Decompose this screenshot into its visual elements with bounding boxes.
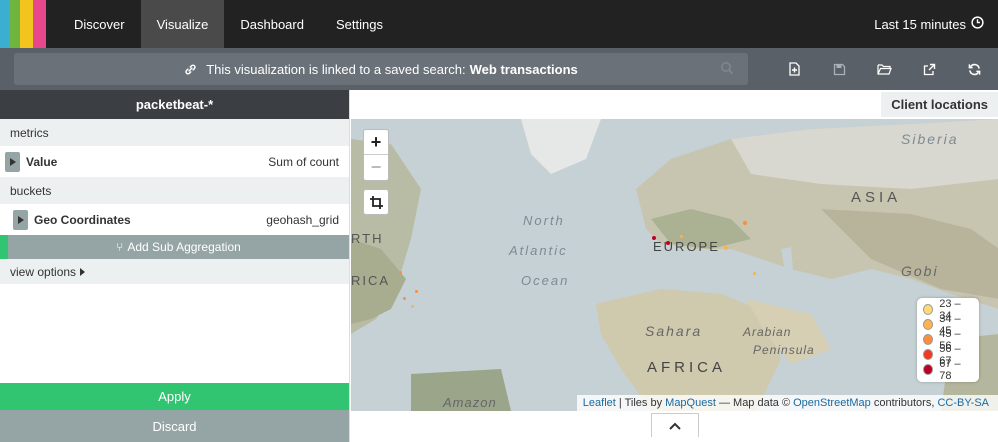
refresh-icon[interactable] xyxy=(952,63,997,76)
linked-search-text: This visualization is linked to a saved … xyxy=(206,61,466,77)
new-document-icon[interactable] xyxy=(772,62,817,76)
apply-button[interactable]: Apply xyxy=(0,383,349,410)
attribution-text: — Map data © xyxy=(718,397,791,409)
share-icon[interactable] xyxy=(907,63,952,76)
link-icon xyxy=(184,63,197,76)
add-sub-aggregation-label: Add Sub Aggregation xyxy=(127,240,241,254)
top-nav: Discover Visualize Dashboard Settings La… xyxy=(0,0,998,48)
metric-agg-row[interactable]: Value Sum of count xyxy=(0,146,349,177)
logo-stripe xyxy=(33,0,46,48)
save-icon[interactable] xyxy=(817,63,862,76)
add-sub-aggregation-button[interactable]: ⑂ Add Sub Aggregation xyxy=(8,235,349,259)
attribution-text: | Tiles by xyxy=(618,397,663,409)
map-point[interactable] xyxy=(415,290,418,293)
map-label-sahara: Sahara xyxy=(645,323,703,339)
map-attribution: Leaflet | Tiles by MapQuest — Map data ©… xyxy=(576,395,998,411)
logo-stripe xyxy=(9,0,20,48)
caret-right-icon xyxy=(9,157,16,166)
search-icon[interactable] xyxy=(720,61,734,78)
map-label-asia: ASIA xyxy=(851,189,902,206)
tab-visualize[interactable]: Visualize xyxy=(140,0,225,48)
caret-right-icon xyxy=(17,215,24,224)
map-label-gobi: Gobi xyxy=(901,263,939,279)
saved-search-name: Web transactions xyxy=(469,61,578,77)
license-link[interactable]: CC-BY-SA xyxy=(937,397,989,409)
map-label-peninsula: Peninsula xyxy=(753,343,815,357)
metric-value: Sum of count xyxy=(268,154,339,169)
toolbar xyxy=(772,48,997,90)
index-pattern-title: packetbeat-* xyxy=(0,90,349,119)
mapquest-link[interactable]: MapQuest xyxy=(665,397,716,409)
map-label-north: North xyxy=(523,213,565,228)
map-point[interactable] xyxy=(399,271,402,274)
zoom-control: + − xyxy=(363,129,389,181)
map-point[interactable] xyxy=(652,236,656,240)
zoom-in-button[interactable]: + xyxy=(364,130,388,155)
zoom-out-button[interactable]: − xyxy=(364,155,388,180)
map-point[interactable] xyxy=(403,297,406,300)
map-label-arabian: Arabian xyxy=(743,325,792,339)
logo-stripe xyxy=(20,0,33,48)
map-point[interactable] xyxy=(753,272,756,275)
map-label-africa: AFRICA xyxy=(647,359,727,376)
toggle-spy-button[interactable] xyxy=(651,413,699,437)
visualization-title: Client locations xyxy=(881,92,998,117)
metric-name: Value xyxy=(26,154,58,169)
tile-map[interactable]: + − Siberia ASIA North Atlantic Ocean EU… xyxy=(351,119,998,411)
attribution-text: contributors, xyxy=(873,397,935,409)
map-label-north-america-partial: RTH xyxy=(351,231,384,246)
map-label-atlantic: Atlantic xyxy=(509,243,568,258)
expand-metric-button[interactable] xyxy=(5,151,20,172)
legend-item: 67 – 78 xyxy=(923,358,973,382)
map-point[interactable] xyxy=(743,221,747,225)
bucket-value: geohash_grid xyxy=(266,212,339,227)
open-folder-icon[interactable] xyxy=(862,63,907,75)
caret-right-icon xyxy=(80,267,86,276)
leaflet-link[interactable]: Leaflet xyxy=(583,397,616,409)
bucket-agg-row[interactable]: Geo Coordinates geohash_grid xyxy=(0,204,349,235)
time-picker-label: Last 15 minutes xyxy=(874,16,966,32)
spy-panel-bar xyxy=(351,411,998,442)
map-point[interactable] xyxy=(666,241,670,245)
legend-swatch xyxy=(923,349,934,360)
vis-editor-sidebar: packetbeat-* metrics Value Sum of count … xyxy=(0,90,349,442)
map-point[interactable] xyxy=(724,246,728,250)
legend-swatch xyxy=(923,334,934,345)
tab-dashboard[interactable]: Dashboard xyxy=(224,0,320,48)
map-label-europe: EUROPE xyxy=(653,239,720,254)
visualization-area: Client locations + − Siberia ASIA North … xyxy=(349,90,998,442)
openstreetmap-link[interactable]: OpenStreetMap xyxy=(793,397,871,409)
discard-button[interactable]: Discard xyxy=(0,410,349,442)
time-picker[interactable]: Last 15 minutes xyxy=(874,0,984,48)
tab-settings[interactable]: Settings xyxy=(320,0,399,48)
crop-icon xyxy=(369,195,383,209)
map-label-america-partial: RICA xyxy=(351,273,391,288)
tab-discover[interactable]: Discover xyxy=(58,0,141,48)
map-point[interactable] xyxy=(680,235,683,238)
legend-label: 67 – 78 xyxy=(939,357,961,382)
map-label-amazon: Amazon xyxy=(443,395,497,410)
view-options-label: view options xyxy=(10,264,77,279)
map-label-siberia: Siberia xyxy=(901,131,959,147)
clock-icon xyxy=(971,16,984,32)
logo-stripe xyxy=(0,0,9,48)
legend-swatch xyxy=(923,364,934,375)
chevron-up-icon xyxy=(669,422,681,430)
split-icon: ⑂ xyxy=(116,240,124,254)
metrics-section-label: metrics xyxy=(0,119,349,146)
buckets-section-label: buckets xyxy=(0,177,349,204)
legend-swatch xyxy=(923,319,934,330)
map-label-ocean: Ocean xyxy=(521,273,570,288)
kibana-logo[interactable] xyxy=(0,0,46,48)
map-point[interactable] xyxy=(411,305,414,308)
map-legend: 23 – 34 34 – 45 45 – 56 56 – 67 67 – 78 xyxy=(917,298,979,382)
view-options-toggle[interactable]: view options xyxy=(0,259,349,284)
search-bar: This visualization is linked to a saved … xyxy=(0,48,998,90)
crop-button[interactable] xyxy=(363,189,389,215)
linked-search-notice: This visualization is linked to a saved … xyxy=(14,53,748,85)
legend-swatch xyxy=(923,304,934,315)
expand-bucket-button[interactable] xyxy=(13,209,28,230)
bucket-name: Geo Coordinates xyxy=(34,212,131,227)
